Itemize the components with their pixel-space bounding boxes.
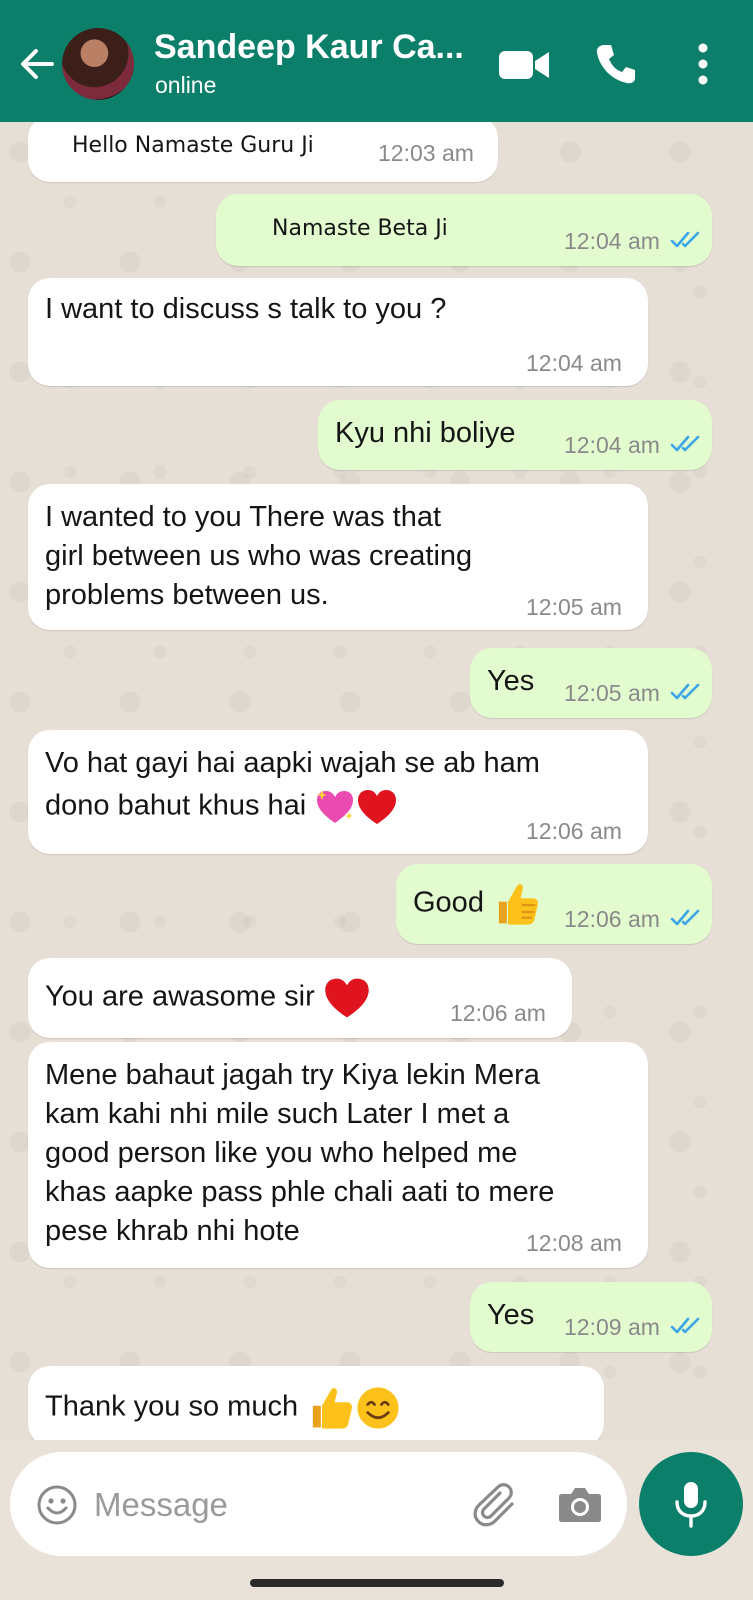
camera-icon[interactable] [558, 1484, 602, 1524]
more-options-icon[interactable] [696, 42, 710, 86]
read-receipt-icon [670, 435, 700, 452]
message-line: I wanted to you There was that [45, 501, 442, 533]
message-text: Yes [487, 665, 535, 697]
red-heart-emoji [358, 790, 397, 824]
message-line: problems between us. [45, 579, 329, 611]
attachment-icon[interactable] [472, 1482, 520, 1530]
message-text: You are awasome sir [45, 980, 315, 1013]
message-outgoing[interactable]: Namaste Beta Ji 12:04 am [216, 194, 712, 266]
message-time: 12:05 am [526, 594, 622, 620]
message-line: Mene bahaut jagah try Kiya lekin Mera [45, 1059, 540, 1091]
red-heart-emoji [325, 978, 369, 1018]
message-text: Hello Namaste Guru Ji [72, 133, 314, 158]
video-call-icon[interactable] [498, 48, 550, 82]
message-incoming[interactable]: Vo hat gayi hai aapki wajah se ab ham do… [28, 730, 648, 854]
message-text: Yes [487, 1299, 535, 1331]
message-incoming[interactable]: You are awasome sir 12:06 am [28, 958, 572, 1038]
message-line-with-emoji: dono bahut khus hai [45, 786, 398, 828]
message-time: 12:09 am [564, 1314, 660, 1340]
message-text: I want to discuss s talk to you ? [45, 293, 447, 325]
read-receipt-icon [670, 231, 700, 248]
message-time: 12:05 am [564, 680, 660, 706]
contact-name[interactable]: Sandeep Kaur Ca... [154, 28, 464, 67]
message-incoming[interactable]: Hello Namaste Guru Ji 12:03 am [28, 122, 498, 182]
emoji-picker-icon[interactable] [36, 1484, 78, 1526]
message-line: kam kahi nhi mile such Later I met a [45, 1098, 510, 1130]
message-time: 12:03 am [378, 140, 474, 166]
message-incoming[interactable]: Thank you so much [28, 1366, 604, 1440]
message-line: pese khrab nhi hote [45, 1215, 300, 1247]
message-list[interactable]: Hello Namaste Guru Ji 12:03 am Namaste B… [0, 122, 753, 1440]
message-time: 12:06 am [450, 1000, 546, 1026]
message-line: dono bahut khus hai [45, 789, 307, 822]
message-time: 12:06 am [526, 818, 622, 844]
read-receipt-icon [670, 1317, 700, 1334]
microphone-icon [675, 1482, 707, 1528]
read-receipt-icon [670, 909, 700, 926]
message-line: good person like you who helped me [45, 1137, 518, 1169]
message-incoming[interactable]: Mene bahaut jagah try Kiya lekin Mera ka… [28, 1042, 648, 1268]
avatar[interactable] [62, 28, 134, 100]
message-time: 12:04 am [564, 432, 660, 458]
phone-call-icon[interactable] [594, 42, 638, 86]
message-composer [10, 1452, 627, 1556]
message-incoming[interactable]: I want to discuss s talk to you ? 12:04 … [28, 278, 648, 386]
message-time: 12:08 am [526, 1230, 622, 1256]
message-outgoing[interactable]: Good 12:06 am [396, 864, 712, 944]
message-line-with-emoji: Good [413, 880, 540, 928]
thumbs-up-emoji [498, 884, 539, 925]
read-receipt-icon [670, 683, 700, 700]
system-nav-bar [0, 1568, 753, 1600]
smiling-face-emoji [357, 1387, 399, 1429]
message-line-with-emoji: You are awasome sir [45, 974, 371, 1022]
thumbs-up-emoji [312, 1388, 353, 1429]
message-time: 12:04 am [526, 350, 622, 376]
chat-header: Sandeep Kaur Ca... online [0, 0, 753, 122]
home-indicator[interactable] [250, 1579, 504, 1587]
message-outgoing[interactable]: Yes 12:05 am [470, 648, 712, 718]
message-time: 12:04 am [564, 228, 660, 254]
message-text: Namaste Beta Ji [272, 216, 448, 241]
message-text: Good [413, 886, 484, 919]
message-line: khas aapke pass phle chali aati to mere [45, 1176, 555, 1208]
message-line: girl between us who was creating [45, 540, 473, 572]
back-arrow-icon[interactable] [16, 44, 56, 84]
voice-message-button[interactable] [639, 1452, 743, 1556]
message-outgoing[interactable]: Yes 12:09 am [470, 1282, 712, 1352]
sparkling-heart-emoji [317, 790, 354, 823]
message-text: Kyu nhi boliye [335, 417, 516, 449]
message-line: Vo hat gayi hai aapki wajah se ab ham [45, 747, 540, 779]
message-incoming[interactable]: I wanted to you There was that girl betw… [28, 484, 648, 630]
message-time: 12:06 am [564, 906, 660, 932]
message-text: Thank you so much [45, 1390, 299, 1423]
message-outgoing[interactable]: Kyu nhi boliye 12:04 am [318, 400, 712, 470]
contact-status: online [155, 72, 217, 98]
message-input[interactable] [92, 1482, 456, 1528]
message-line-with-emoji: Thank you so much [45, 1384, 402, 1432]
